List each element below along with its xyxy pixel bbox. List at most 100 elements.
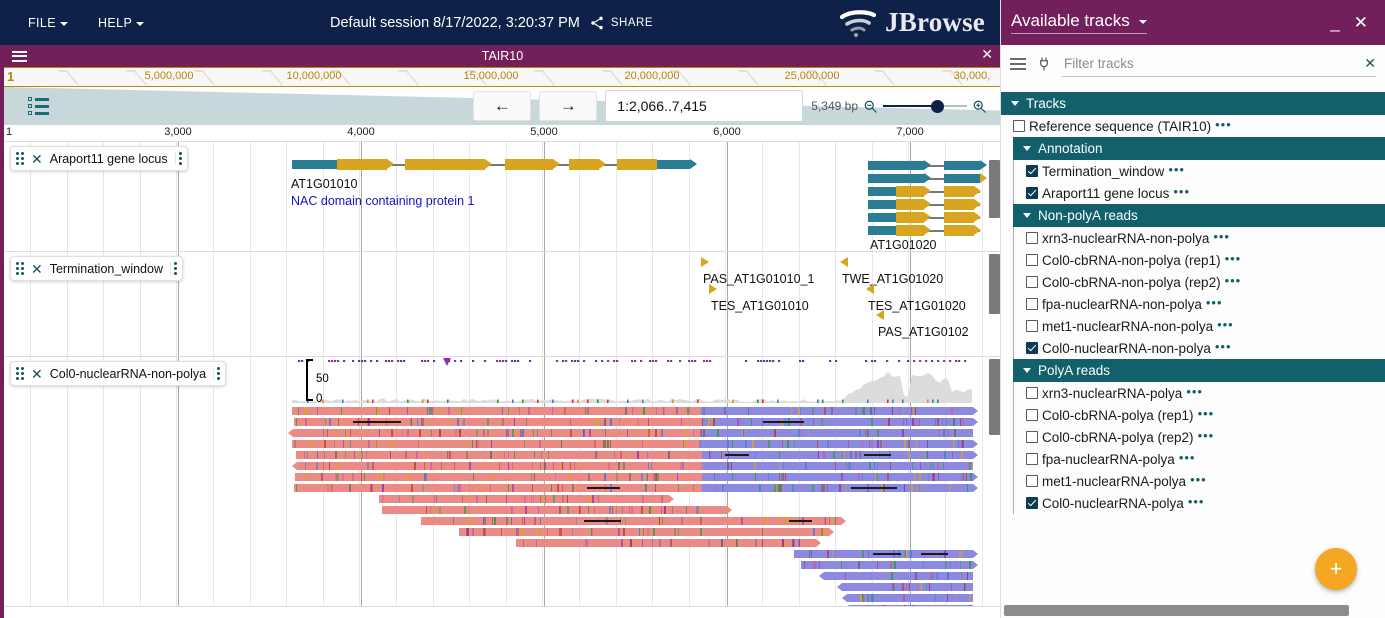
track-item-menu-icon[interactable]: ••• — [1217, 318, 1234, 335]
track-checkbox[interactable] — [1026, 453, 1038, 465]
track-item-menu-icon[interactable]: ••• — [1215, 340, 1232, 357]
track-checkbox[interactable] — [1026, 342, 1038, 354]
read-alignment[interactable] — [297, 462, 973, 470]
track-list-item[interactable]: Col0-cbRNA-polya (rep2) ••• — [1013, 426, 1385, 448]
feature-marker-pas-at1g01010-1[interactable] — [701, 257, 709, 267]
track-checkbox[interactable] — [1026, 497, 1038, 509]
track-checkbox[interactable] — [1026, 165, 1038, 177]
read-alignment[interactable] — [824, 572, 973, 580]
track-menu-icon[interactable] — [213, 367, 220, 380]
filter-field[interactable]: ✕ — [1062, 51, 1376, 77]
read-alignment[interactable] — [293, 429, 973, 437]
track-termination-window[interactable]: ✕ Termination_window PAS_AT1G01010_1 TES… — [4, 252, 1001, 357]
read-alignment[interactable] — [801, 561, 973, 569]
close-track-icon[interactable]: ✕ — [31, 262, 43, 276]
feature-marker-tes-at1g01010[interactable] — [709, 284, 717, 294]
read-alignment[interactable] — [292, 407, 973, 415]
read-alignment[interactable] — [382, 506, 727, 514]
track-category-tracks[interactable]: Tracks — [1001, 92, 1385, 115]
track-list-item[interactable]: Termination_window ••• — [1013, 160, 1385, 182]
track-vertical-scrollbar[interactable] — [989, 254, 1000, 314]
track-list-item[interactable]: Reference sequence (TAIR10) ••• — [1001, 115, 1385, 137]
track-header-termination-window[interactable]: ✕ Termination_window — [10, 256, 183, 281]
track-item-menu-icon[interactable]: ••• — [1186, 385, 1203, 402]
track-list-item[interactable]: Col0-nuclearRNA-polya ••• — [1013, 492, 1385, 514]
track-item-menu-icon[interactable]: ••• — [1206, 296, 1223, 313]
track-item-menu-icon[interactable]: ••• — [1190, 473, 1207, 490]
minimize-drawer-button[interactable]: _ — [1323, 14, 1346, 31]
track-category-polya-reads[interactable]: PolyA reads — [1013, 359, 1385, 382]
track-list-item[interactable]: Col0-cbRNA-non-polya (rep1) ••• — [1013, 249, 1385, 271]
track-item-menu-icon[interactable]: ••• — [1225, 252, 1242, 269]
track-item-menu-icon[interactable]: ••• — [1198, 429, 1215, 446]
feature-marker-pas-at1g0102[interactable] — [876, 310, 884, 320]
read-alignment[interactable] — [459, 528, 829, 536]
feature-marker-tes-at1g01020[interactable] — [866, 284, 874, 294]
track-checkbox[interactable] — [1026, 320, 1038, 332]
file-menu-button[interactable]: FILE — [20, 12, 76, 34]
track-list-item[interactable]: Col0-cbRNA-polya (rep1) ••• — [1013, 404, 1385, 426]
close-track-icon[interactable]: ✕ — [31, 367, 43, 381]
track-header-araport11-gene-locus[interactable]: ✕ Araport11 gene locus — [10, 146, 188, 171]
drag-handle-icon[interactable] — [16, 152, 24, 165]
track-item-menu-icon[interactable]: ••• — [1215, 118, 1232, 135]
track-item-menu-icon[interactable]: ••• — [1188, 495, 1205, 512]
track-vertical-scrollbar[interactable] — [989, 160, 1000, 218]
feature-marker-twe-at1g01020[interactable] — [840, 257, 848, 267]
drag-handle-icon[interactable] — [16, 367, 24, 380]
read-alignment[interactable] — [516, 539, 816, 547]
close-track-icon[interactable]: ✕ — [31, 152, 43, 166]
track-list-item[interactable]: fpa-nuclearRNA-polya ••• — [1013, 448, 1385, 470]
track-araport11-gene-locus[interactable]: ✕ Araport11 gene locus AT1G01010 NAC dom… — [4, 142, 1001, 252]
track-list[interactable]: Tracks Reference sequence (TAIR10) ••• Anno… — [1001, 92, 1385, 604]
track-item-menu-icon[interactable]: ••• — [1225, 274, 1242, 291]
view-menu-icon[interactable] — [12, 51, 27, 62]
track-col0-nuclearrna-non-polya[interactable]: ✕ Col0-nuclearRNA-non-polya 50 0 — [4, 357, 1001, 607]
track-checkbox[interactable] — [1026, 475, 1038, 487]
track-checkbox[interactable] — [1026, 254, 1038, 266]
track-list-item[interactable]: xrn3-nuclearRNA-polya ••• — [1013, 382, 1385, 404]
zoom-out-icon[interactable] — [863, 99, 878, 114]
read-alignment[interactable] — [842, 583, 973, 591]
pan-left-button[interactable]: ← — [473, 91, 531, 121]
track-checkbox[interactable] — [1026, 187, 1038, 199]
zoom-slider[interactable] — [883, 98, 967, 114]
close-view-icon[interactable]: ✕ — [981, 47, 993, 61]
track-checkbox[interactable] — [1026, 298, 1038, 310]
track-menu-icon[interactable] — [170, 262, 177, 275]
track-category-non-polya-reads[interactable]: Non-polyA reads — [1013, 204, 1385, 227]
add-track-fab[interactable]: + — [1315, 548, 1357, 590]
read-alignment[interactable] — [847, 594, 973, 602]
clear-filter-icon[interactable]: ✕ — [1359, 55, 1376, 72]
drawer-title-dropdown[interactable]: Available tracks — [1011, 11, 1147, 34]
track-item-menu-icon[interactable]: ••• — [1173, 185, 1190, 202]
track-list-item[interactable]: Araport11 gene locus ••• — [1013, 182, 1385, 204]
location-input-box[interactable] — [605, 90, 803, 122]
help-menu-button[interactable]: HELP — [90, 12, 152, 34]
plugin-icon[interactable] — [1036, 55, 1052, 73]
track-item-menu-icon[interactable]: ••• — [1168, 163, 1185, 180]
drawer-menu-icon[interactable] — [1010, 58, 1026, 70]
read-alignment[interactable] — [295, 473, 973, 481]
read-alignment[interactable] — [292, 440, 973, 448]
read-alignment[interactable] — [421, 517, 841, 525]
track-list-item[interactable]: fpa-nuclearRNA-non-polya ••• — [1013, 293, 1385, 315]
close-drawer-button[interactable]: ✕ — [1347, 14, 1375, 31]
track-checkbox[interactable] — [1026, 431, 1038, 443]
pan-right-button[interactable]: → — [539, 91, 597, 121]
track-vertical-scrollbar[interactable] — [989, 359, 1000, 435]
filter-tracks-input[interactable] — [1062, 55, 1359, 72]
gene-glyph-at1g01010-right[interactable] — [569, 159, 695, 170]
track-checkbox[interactable] — [1026, 276, 1038, 288]
track-checkbox[interactable] — [1013, 120, 1025, 132]
track-header-col0-nuclearrna-non-polya[interactable]: ✕ Col0-nuclearRNA-non-polya — [10, 361, 226, 386]
read-alignment[interactable] — [849, 605, 973, 607]
track-list-item[interactable]: xrn3-nuclearRNA-non-polya ••• — [1013, 227, 1385, 249]
drag-handle-icon[interactable] — [16, 262, 24, 275]
track-checkbox[interactable] — [1026, 409, 1038, 421]
track-item-menu-icon[interactable]: ••• — [1198, 407, 1215, 424]
location-input[interactable] — [615, 97, 800, 115]
overview-ruler[interactable]: 1 5,000,000 10,000,000 15,000,000 20,000,00… — [4, 67, 1001, 87]
track-item-menu-icon[interactable]: ••• — [1179, 451, 1196, 468]
share-button[interactable]: SHARE — [589, 15, 653, 31]
